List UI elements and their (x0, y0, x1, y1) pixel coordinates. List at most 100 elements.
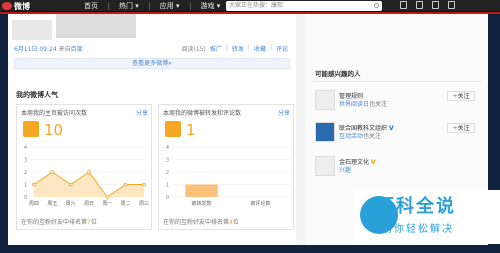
page-body: 6月11日 09:24 来自百度 阅读(15) 推广 | 转发 | 收藏 | 评… (8, 14, 500, 245)
avatar[interactable] (315, 90, 335, 110)
nav-divider (148, 2, 150, 10)
data-point (105, 195, 110, 199)
rank-prefix: 在你的互粉好友中排名第 (163, 219, 230, 226)
visits-count: 10 (44, 121, 64, 139)
comment-link[interactable]: 评论 (276, 44, 288, 53)
follow-button[interactable]: +关注 (447, 91, 475, 101)
desc-link[interactable]: 世界阅读日 (339, 101, 369, 108)
action-divider: | (269, 44, 272, 51)
x-tick-label: 周六 (66, 200, 76, 207)
compose-icon[interactable] (400, 1, 407, 9)
verified-badge: V (370, 159, 376, 166)
repost-link[interactable]: 转发 (232, 44, 244, 53)
y-tick-label: 0 (166, 195, 169, 201)
promote-link[interactable]: 推广 (210, 44, 222, 53)
nav-games[interactable]: 游戏 ▾ (201, 1, 221, 11)
visits-chart: 0 1 2 3 4 周四 周五 周六 周日 周一 周二 周三 (24, 145, 149, 207)
nav-hot[interactable]: 热门 ▾ (119, 1, 139, 11)
weibo-eye-icon (2, 2, 12, 10)
document-icon (165, 121, 181, 137)
action-divider: | (225, 44, 228, 51)
y-tick-label: 2 (166, 170, 169, 176)
search-input[interactable]: 大家正在热搜：康熙 (226, 1, 382, 11)
reposts-card: 本周我的微博被转发和评论数 分享 1 0 1 2 3 4 被转发数 被评论数 在你的互粉好友… (158, 104, 294, 230)
post-source[interactable]: 百度 (71, 46, 83, 53)
watermark-subtitle: 助你轻松解决 (382, 224, 454, 235)
y-tick-label: 0 (24, 195, 27, 201)
home-icon (23, 121, 39, 137)
favorite-link[interactable]: 收藏 (254, 44, 266, 53)
desc-link[interactable]: 兴趣 (339, 167, 351, 174)
user-desc: 世界阅读日也关注 (339, 99, 387, 108)
reposts-chart: 0 1 2 3 4 被转发数 被评论数 (166, 145, 290, 207)
settings-icon[interactable] (432, 1, 439, 9)
y-tick-label: 4 (166, 145, 169, 151)
nav-apps[interactable]: 应用 ▾ (160, 1, 180, 11)
watermark-overlay: 百科全说 助你轻松解决 (354, 190, 500, 244)
y-tick-label: 4 (24, 145, 27, 151)
nav-divider (108, 2, 109, 10)
more-posts-button[interactable]: 查看更多微博» (14, 58, 290, 69)
reposts-count: 1 (186, 121, 196, 139)
desc-suffix: 也关注 (363, 133, 382, 140)
x-tick-label: 周二 (121, 201, 131, 207)
recommend-item: 联合国教科文组织 V 互动活动也关注 +关注 (315, 122, 481, 152)
search-placeholder: 大家正在热搜：康熙 (229, 2, 284, 9)
x-tick-label: 被转发数 (191, 200, 211, 207)
post-date[interactable]: 6月11日 09:24 (14, 46, 57, 53)
main-column: 6月11日 09:24 来自百度 阅读(15) 推广 | 转发 | 收藏 | 评… (8, 14, 296, 245)
x-tick-label: 周三 (139, 201, 149, 207)
post-image-thumbnail[interactable] (12, 20, 52, 40)
data-point (87, 170, 91, 174)
top-navigation-bar: 微博 首页 热门 ▾ 应用 ▾ 游戏 ▾ 大家正在热搜：康熙 (0, 0, 500, 12)
data-point (123, 182, 128, 187)
follow-button[interactable]: +关注 (447, 123, 475, 133)
desc-link[interactable]: 互动活动 (339, 133, 363, 140)
verified-badge: V (388, 125, 394, 132)
message-icon[interactable] (416, 1, 423, 9)
desc-suffix: 也关注 (369, 101, 388, 108)
source-prefix: 来自 (58, 46, 71, 53)
data-point (32, 182, 36, 187)
data-point (142, 182, 146, 187)
rank-prefix: 在你的互粉好友中排名第 (21, 219, 88, 226)
logout-icon[interactable] (448, 1, 455, 9)
post-meta: 6月11日 09:24 来自百度 (14, 44, 83, 53)
action-divider: | (247, 44, 250, 51)
user-desc: 兴趣 (339, 165, 351, 174)
main-nav: 首页 热门 ▾ 应用 ▾ 游戏 ▾ (84, 0, 220, 12)
nav-divider (189, 2, 191, 10)
top-icon-group (400, 1, 455, 9)
search-icon[interactable] (374, 3, 379, 8)
card-title: 本周我的主页被访问次数 (21, 110, 88, 117)
card-title: 本周我的微博被转发和评论数 (163, 110, 242, 117)
avatar[interactable] (315, 156, 335, 176)
y-tick-label: 3 (24, 158, 27, 164)
x-tick-label: 周日 (84, 201, 94, 207)
rank-text: 在你的互粉好友中排名第7位 (21, 217, 97, 226)
post-image-thumbnail[interactable] (56, 14, 136, 38)
recommend-item: 管理规则 世界阅读日也关注 +关注 (315, 90, 481, 120)
divider (313, 81, 481, 82)
x-tick-label: 周一 (102, 201, 112, 207)
share-link[interactable]: 分享 (136, 108, 148, 117)
x-tick-label: 被评论数 (250, 200, 270, 207)
follow-label: 关注 (457, 125, 470, 132)
rank-text: 在你的互粉好友中排名第4位 (163, 217, 239, 226)
y-tick-label: 1 (166, 183, 169, 189)
nav-home[interactable]: 首页 (84, 1, 98, 11)
logo-text: 微博 (14, 1, 30, 11)
rank-suffix: 位 (232, 219, 239, 226)
follow-label: 关注 (457, 93, 470, 100)
share-link[interactable]: 分享 (278, 108, 290, 117)
data-point (68, 182, 73, 187)
y-tick-label: 3 (166, 158, 169, 164)
x-tick-label: 周五 (47, 201, 57, 207)
x-tick-label: 周四 (29, 201, 39, 207)
user-desc: 互动活动也关注 (339, 131, 381, 140)
bar (185, 184, 218, 197)
avatar[interactable] (315, 122, 335, 142)
weibo-logo[interactable]: 微博 (2, 0, 30, 12)
y-tick-label: 1 (24, 183, 27, 189)
data-point (50, 170, 55, 174)
